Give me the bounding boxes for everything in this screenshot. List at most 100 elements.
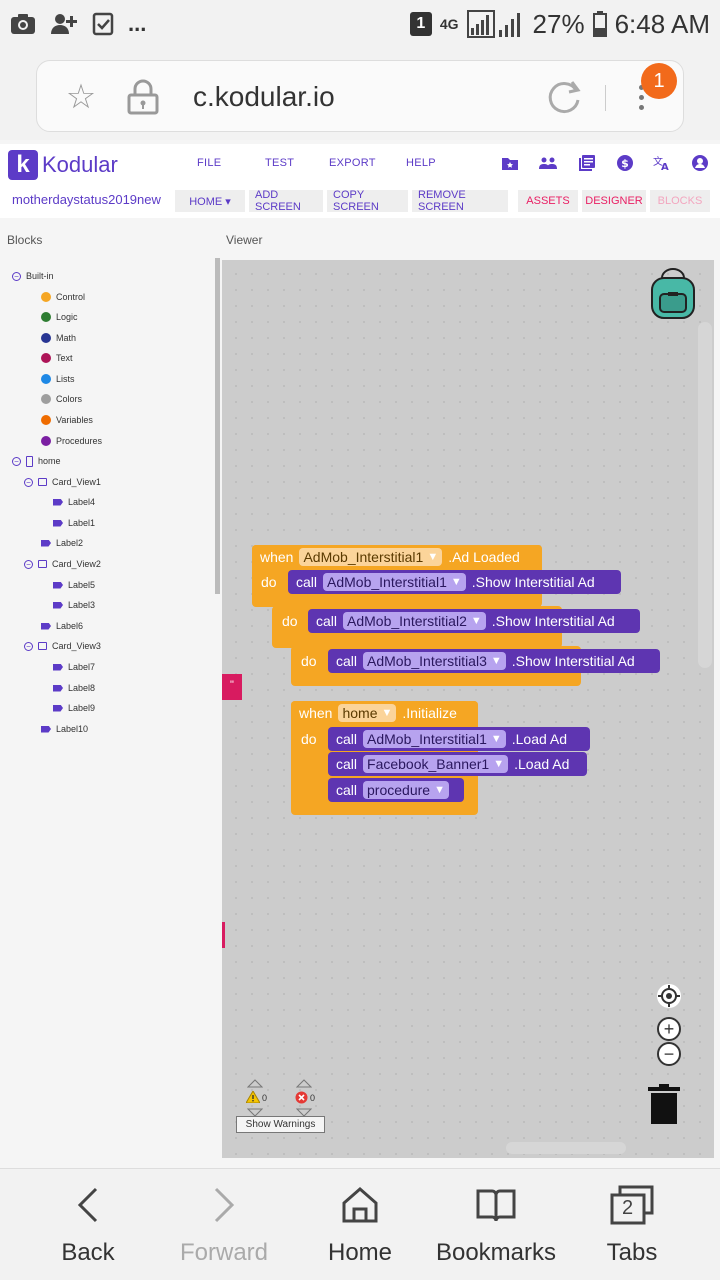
reload-icon[interactable]: [543, 75, 587, 119]
collapse-icon[interactable]: −: [24, 477, 33, 487]
backpack-icon[interactable]: [648, 268, 698, 320]
call-show-interstitial-2[interactable]: call AdMob_Interstitial2 ▼ .Show Intersti…: [308, 609, 640, 633]
bookmarks-button[interactable]: Bookmarks: [431, 1185, 561, 1267]
workspace-horizontal-scrollbar[interactable]: [506, 1142, 626, 1154]
procedure-dropdown[interactable]: procedure ▼: [363, 781, 449, 799]
assets-button[interactable]: ASSETS: [518, 190, 578, 212]
blocks-panel-scrollbar[interactable]: [215, 258, 220, 594]
label-icon: [53, 498, 63, 506]
add-user-icon: [51, 14, 77, 34]
users-icon[interactable]: [539, 154, 557, 172]
project-name[interactable]: motherdaystatus2019new: [12, 192, 161, 207]
menu-export[interactable]: EXPORT: [329, 157, 376, 169]
tree-label3[interactable]: Label3: [53, 598, 95, 612]
tree-label9[interactable]: Label9: [53, 701, 95, 715]
component-dropdown[interactable]: Facebook_Banner1 ▼: [363, 755, 509, 773]
tree-card-view3[interactable]: − Card_View3: [24, 639, 101, 653]
star-icon[interactable]: ☆: [61, 77, 101, 117]
home-button[interactable]: Home: [295, 1185, 425, 1267]
tree-math[interactable]: Math: [41, 331, 76, 345]
tree-label7[interactable]: Label7: [53, 660, 95, 674]
tree-control[interactable]: Control: [41, 290, 85, 304]
call-show-interstitial-1[interactable]: call AdMob_Interstitial1 ▼ .Show Intersti…: [288, 570, 621, 594]
label-icon: [53, 684, 63, 692]
component-dropdown[interactable]: AdMob_Interstitial2 ▼: [343, 612, 486, 630]
event-header-initialize[interactable]: when home ▼ .Initialize: [291, 701, 478, 725]
svg-text:A: A: [661, 162, 669, 171]
collapse-icon[interactable]: −: [24, 641, 33, 651]
tree-lists[interactable]: Lists: [41, 372, 75, 386]
kodular-toolbar: motherdaystatus2019new HOME ▾ ADD SCREEN…: [0, 184, 720, 218]
forward-arrow-icon: [214, 1187, 235, 1223]
call-show-interstitial-3[interactable]: call AdMob_Interstitial3 ▼ .Show Intersti…: [328, 649, 660, 673]
tree-text[interactable]: Text: [41, 351, 73, 365]
offscreen-block-marker[interactable]: [222, 922, 225, 948]
browser-bottom-nav: Back Forward Home Bookmarks 2 Tabs: [0, 1168, 720, 1280]
url-text[interactable]: c.kodular.io: [193, 81, 335, 113]
dollar-icon[interactable]: $: [616, 154, 634, 172]
network-label: 4G: [439, 16, 459, 32]
tree-label1[interactable]: Label1: [53, 516, 95, 530]
call-load-ad-interstitial[interactable]: call AdMob_Interstitial1 ▼ .Load Ad: [328, 727, 590, 751]
component-dropdown[interactable]: AdMob_Interstitial3 ▼: [363, 652, 506, 670]
menu-help[interactable]: HELP: [406, 157, 436, 169]
my-projects-icon[interactable]: [501, 154, 519, 172]
back-button[interactable]: Back: [23, 1185, 153, 1267]
component-dropdown[interactable]: AdMob_Interstitial1 ▼: [363, 730, 506, 748]
component-dropdown[interactable]: AdMob_Interstitial1 ▼: [323, 573, 466, 591]
tree-label6[interactable]: Label6: [41, 619, 83, 633]
zoom-out-icon[interactable]: −: [657, 1042, 681, 1066]
tree-logic[interactable]: Logic: [41, 310, 78, 324]
blocks-button[interactable]: BLOCKS: [650, 190, 710, 212]
label-icon: [53, 704, 63, 712]
call-procedure[interactable]: call procedure ▼: [328, 778, 464, 802]
card-icon: [38, 560, 47, 568]
show-warnings-button[interactable]: Show Warnings: [236, 1116, 325, 1133]
tree-colors[interactable]: Colors: [41, 392, 82, 406]
component-dropdown[interactable]: home ▼: [338, 704, 397, 722]
menu-test[interactable]: TEST: [265, 157, 294, 169]
copy-screen-button[interactable]: COPY SCREEN: [327, 189, 408, 213]
tree-label4[interactable]: Label4: [53, 495, 95, 509]
add-screen-button[interactable]: ADD SCREEN: [249, 189, 323, 213]
tree-variables[interactable]: Variables: [41, 413, 93, 427]
forward-button[interactable]: Forward: [159, 1185, 289, 1267]
collapse-icon[interactable]: −: [24, 559, 33, 569]
tree-card-view2[interactable]: − Card_View2: [24, 557, 101, 571]
warnings-count: 0: [262, 1093, 268, 1103]
translate-icon[interactable]: 文A: [653, 154, 671, 172]
tree-label2[interactable]: Label2: [41, 536, 83, 550]
address-bar[interactable]: ☆ c.kodular.io 1: [36, 60, 684, 132]
menu-file[interactable]: FILE: [197, 157, 221, 169]
tree-builtin[interactable]: − Built-in: [12, 269, 54, 283]
collapse-icon[interactable]: −: [12, 456, 21, 466]
tree-home[interactable]: − home: [12, 454, 61, 468]
event-header-ad-loaded[interactable]: when AdMob_Interstitial1 ▼ .Ad Loaded: [252, 545, 542, 569]
call-load-ad-banner[interactable]: call Facebook_Banner1 ▼ .Load Ad: [328, 752, 587, 776]
component-dropdown[interactable]: AdMob_Interstitial1 ▼: [299, 548, 443, 566]
screen-select[interactable]: HOME ▾: [175, 190, 245, 212]
tree-card-view1[interactable]: − Card_View1: [24, 475, 101, 489]
tree-label10[interactable]: Label10: [41, 722, 88, 736]
svg-text:$: $: [621, 157, 629, 170]
collapse-icon[interactable]: −: [12, 271, 21, 281]
trash-icon[interactable]: [648, 1084, 680, 1124]
tree-label8[interactable]: Label8: [53, 681, 95, 695]
text-block-fragment[interactable]: ": [222, 674, 242, 700]
tree-procedures[interactable]: Procedures: [41, 434, 102, 448]
account-icon[interactable]: [691, 154, 709, 172]
tree-label5[interactable]: Label5: [53, 578, 95, 592]
kodular-logo[interactable]: k: [8, 150, 38, 180]
sim-badge: 1: [409, 12, 432, 36]
designer-button[interactable]: DESIGNER: [582, 190, 646, 212]
remove-screen-button[interactable]: REMOVE SCREEN: [412, 189, 508, 213]
workspace-vertical-scrollbar[interactable]: [698, 322, 712, 668]
library-icon[interactable]: [578, 154, 596, 172]
dropdown-arrow-icon: ▼: [493, 758, 505, 770]
blocks-tree: − Built-in Control Logic Math Text Lists …: [0, 258, 218, 1158]
kodular-brand[interactable]: Kodular: [42, 152, 118, 178]
recenter-icon[interactable]: [657, 984, 681, 1008]
math-color-icon: [41, 333, 51, 343]
tabs-button[interactable]: 2 Tabs: [567, 1185, 697, 1267]
zoom-in-icon[interactable]: +: [657, 1017, 681, 1041]
